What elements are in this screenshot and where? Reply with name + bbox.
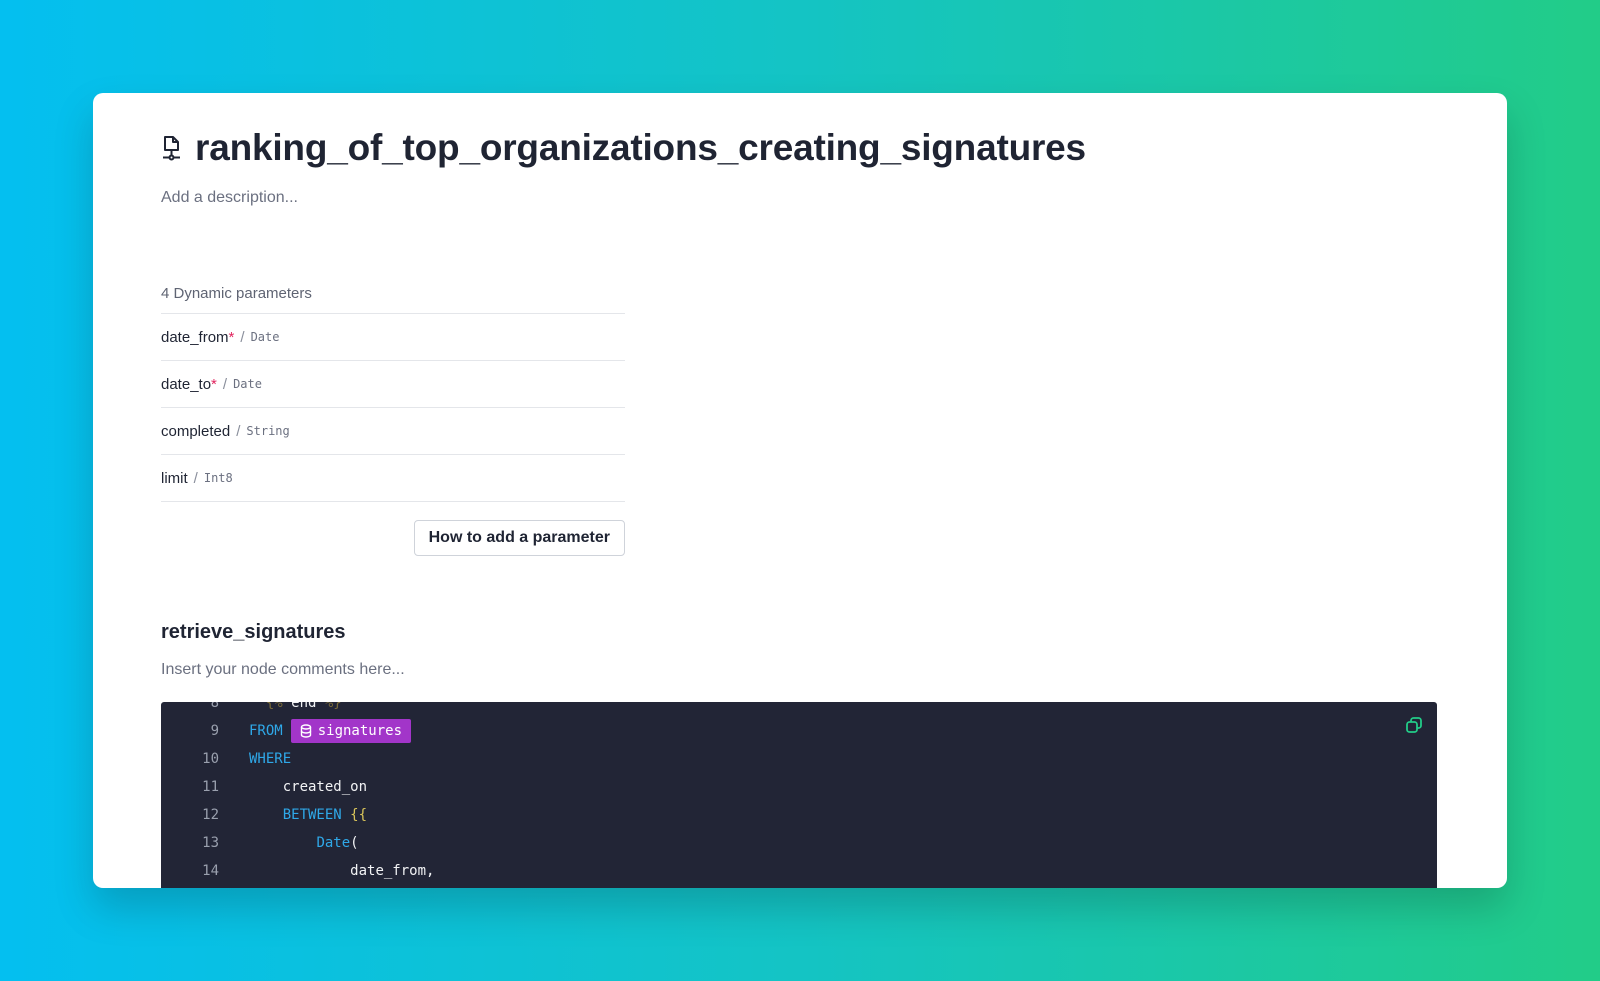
param-type: Date (233, 377, 262, 391)
line-number: 9 (210, 723, 219, 739)
endpoint-icon (161, 133, 185, 163)
sql-editor[interactable]: 8 {% end %} 9 FROM signatures 10 WHERE 1… (161, 702, 1437, 888)
code-lines: 8 {% end %} 9 FROM signatures 10 WHERE 1… (161, 702, 434, 885)
copy-icon[interactable] (1405, 716, 1423, 734)
param-separator: / (222, 375, 228, 393)
params-header: 4 Dynamic parameters (161, 283, 625, 314)
line-number: 14 (202, 863, 219, 879)
line-number: 11 (202, 779, 219, 795)
sql-keyword: BETWEEN (282, 807, 342, 823)
line-number: 8 (210, 702, 219, 711)
code-text: end (282, 702, 325, 711)
line-number: 13 (202, 835, 219, 851)
param-row-date-to: date_to * / Date (161, 361, 625, 408)
param-type: Int8 (203, 471, 233, 485)
database-icon (300, 724, 311, 738)
code-text: created_on (282, 779, 368, 795)
code-text: ( (350, 835, 359, 851)
param-name: date_to (161, 375, 212, 393)
required-marker: * (228, 328, 235, 346)
description-field[interactable]: Add a description... (161, 189, 298, 207)
page-title[interactable]: ranking_of_top_organizations_creating_si… (195, 127, 1086, 169)
param-type: Date (250, 330, 280, 344)
code-line: 8 {% end %} (161, 702, 434, 717)
param-row-date-from: date_from * / Date (161, 314, 625, 361)
sql-keyword: FROM (249, 723, 283, 739)
table-reference-pill[interactable]: signatures (290, 719, 412, 743)
code-line: 10 WHERE (161, 745, 434, 773)
param-name: limit (161, 469, 188, 487)
pipe-card: ranking_of_top_organizations_creating_si… (93, 93, 1507, 888)
code-line: 13 Date( (161, 829, 434, 857)
how-to-add-parameter-button[interactable]: How to add a parameter (413, 520, 625, 556)
code-line: 12 BETWEEN {{ (161, 801, 434, 829)
param-separator: / (240, 328, 245, 346)
code-text: date_from, (350, 863, 435, 879)
function-name: Date (316, 835, 351, 851)
line-number: 10 (202, 751, 219, 767)
node-title[interactable]: retrieve_signatures (161, 621, 346, 644)
param-row-limit: limit / Int8 (161, 455, 625, 502)
required-marker: * (211, 375, 217, 393)
code-line: 14 date_from, (161, 857, 434, 885)
template-tag: %} (324, 702, 342, 711)
param-name: completed (161, 422, 231, 440)
param-separator: / (236, 422, 241, 440)
param-name: date_from (161, 328, 229, 346)
pipe-header: ranking_of_top_organizations_creating_si… (161, 127, 1086, 169)
template-brace: {{ (350, 807, 368, 823)
line-number: 12 (202, 807, 219, 823)
param-type: String (246, 424, 290, 438)
table-name: signatures (317, 723, 403, 739)
sql-keyword: WHERE (249, 751, 292, 767)
dynamic-parameters-section: 4 Dynamic parameters date_from * / Date … (161, 283, 625, 556)
param-row-completed: completed / String (161, 408, 625, 455)
node-comment-field[interactable]: Insert your node comments here... (161, 661, 405, 679)
code-line: 11 created_on (161, 773, 434, 801)
template-tag: {% (265, 702, 283, 711)
param-separator: / (193, 469, 198, 487)
code-line: 9 FROM signatures (161, 717, 434, 745)
